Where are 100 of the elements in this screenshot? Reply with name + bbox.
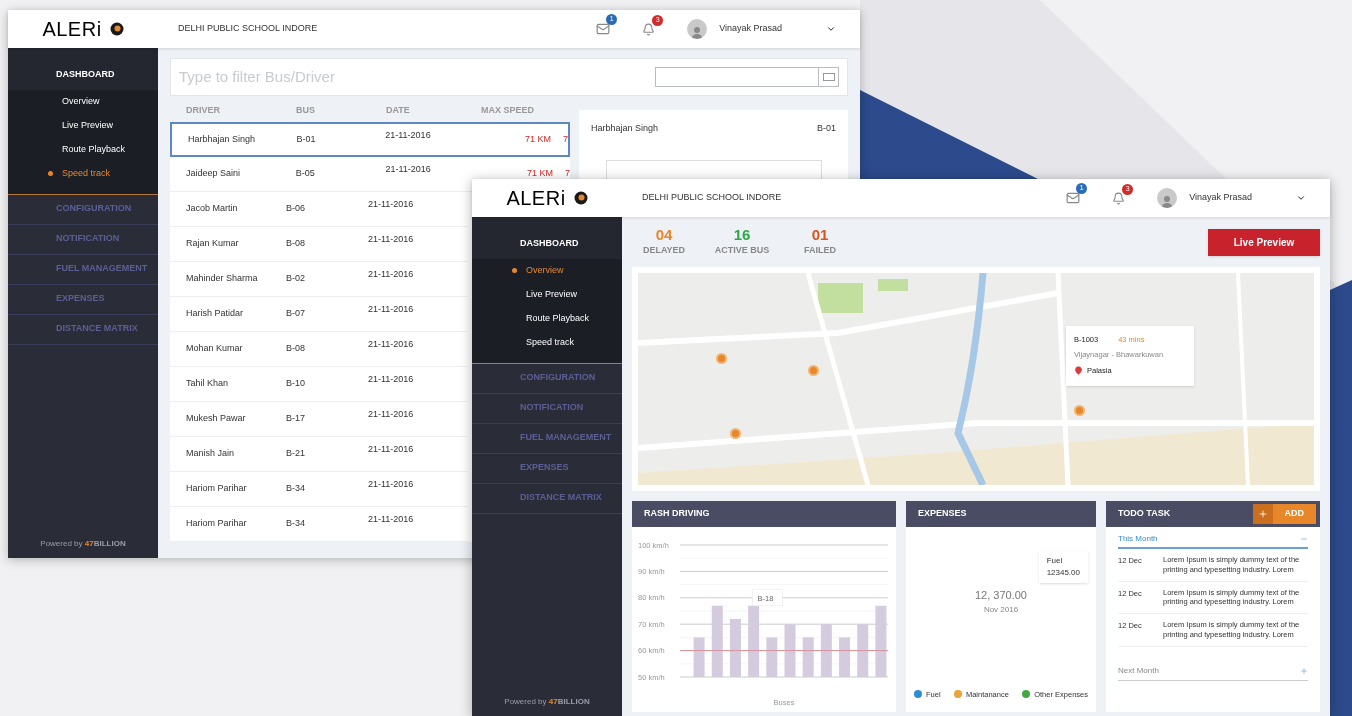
caret-icon <box>1296 193 1306 203</box>
table-cell-text: Harish Patidar <box>185 307 245 321</box>
logo-icon <box>109 22 124 36</box>
driver-name: Harbhajan Singh <box>591 122 659 135</box>
expense-total: 12, 370.00 <box>975 588 1027 603</box>
school-name: DELHI PUBLIC SCHOOL INDORE <box>642 191 782 205</box>
collapse-icon <box>1300 535 1308 543</box>
column-header: DRIVER <box>185 104 221 118</box>
school-name: DELHI PUBLIC SCHOOL INDORE <box>178 22 318 36</box>
sidebar-item[interactable]: Route Playback <box>8 137 158 162</box>
table-row[interactable]: Mukesh Pawar B-17 21-11-2016 <box>170 402 468 437</box>
chart-bar <box>766 637 778 677</box>
stat-label: FAILED <box>804 243 836 257</box>
table-cell-text: B-01 <box>296 132 317 146</box>
field-button-icon <box>818 68 838 86</box>
table-cell-text: B-21 <box>286 447 307 461</box>
table-cell-text: 21-11-2016 <box>367 233 415 247</box>
table-cell-text: B-34 <box>286 517 307 531</box>
caret-icon <box>826 24 836 34</box>
table-row[interactable]: Manish Jain B-21 21-11-2016 <box>170 437 468 472</box>
logo-text: ALERi <box>42 17 102 42</box>
chart-bar <box>875 605 887 677</box>
table-row[interactable]: Hariom Parihar B-34 21-11-2016 <box>170 507 468 542</box>
table-cell-text: 71 KM <box>523 132 551 146</box>
table-row[interactable]: Mohan Kumar B-08 21-11-2016 <box>170 332 468 367</box>
table-cell: 7 <box>565 167 570 181</box>
todo-group-header[interactable]: This Month <box>1118 531 1308 549</box>
column-header: MAX SPEED <box>481 104 535 118</box>
table-cell-text: Jacob Martin <box>185 202 239 216</box>
table-cell-text: Mahinder Sharma <box>185 272 259 286</box>
location-pin-icon <box>1074 365 1083 375</box>
plus-icon <box>1257 509 1268 519</box>
bus-number: B-01 <box>817 122 836 135</box>
stat-value: 04 <box>655 226 673 242</box>
avatar-icon <box>687 19 708 39</box>
table-row[interactable]: Mahinder Sharma B-02 21-11-2016 <box>170 262 468 297</box>
sidebar-section[interactable]: DASHBOARD <box>472 217 622 259</box>
bell-button[interactable] <box>642 22 656 36</box>
search-field[interactable] <box>655 67 839 87</box>
bell-button[interactable] <box>1112 191 1126 205</box>
sidebar-item[interactable]: Live Preview <box>8 113 158 138</box>
bell-icon <box>1112 191 1126 205</box>
table-cell-text: B-08 <box>286 342 307 356</box>
table-cell-text: Mohan Kumar <box>185 342 244 356</box>
todo-group-header[interactable]: Next Month <box>1118 662 1308 681</box>
chart-bar <box>784 624 796 677</box>
table-cell-text: B-10 <box>286 377 307 391</box>
table-row[interactable]: Harish Patidar B-07 21-11-2016 <box>170 297 468 332</box>
map-marker-icon <box>716 353 727 364</box>
bell-icon <box>642 22 656 36</box>
chart-bar <box>693 637 705 677</box>
stat-value: 16 <box>733 226 751 242</box>
chart-bar <box>820 624 832 677</box>
table-cell-text: 71 KM <box>526 167 553 181</box>
sidebar-section[interactable]: DASHBOARD <box>8 48 158 90</box>
powered-by-text: Powered by 47BILLION <box>504 696 590 708</box>
live-preview-button[interactable]: Live Preview <box>1208 228 1320 256</box>
table-cell-text: 21-11-2016 <box>367 268 415 282</box>
user-menu[interactable]: Vinayak Prasad <box>1157 188 1306 208</box>
stat-value: 01 <box>811 226 829 242</box>
user-menu[interactable]: Vinayak Prasad <box>687 19 836 39</box>
sidebar-item[interactable]: Live Preview <box>472 282 622 307</box>
table-cell-text: Hariom Parihar <box>185 482 248 496</box>
table-cell-text: B-08 <box>286 237 307 251</box>
avatar-icon <box>1157 188 1178 208</box>
table-row[interactable]: Jacob Martin B-06 21-11-2016 <box>170 192 468 227</box>
table-cell-text: Hariom Parihar <box>185 517 248 531</box>
table-cell-text: 21-11-2016 <box>367 443 415 457</box>
column-header: BUS <box>296 104 316 118</box>
card-title: EXPENSES <box>918 507 967 521</box>
table-cell-text: Mukesh Pawar <box>185 412 247 426</box>
table-cell-text: Jaideep Saini <box>185 167 242 181</box>
table-cell-text: B-02 <box>286 272 307 286</box>
table-row[interactable]: Hariom Parihar B-34 21-11-2016 <box>170 472 468 507</box>
mail-button[interactable] <box>596 22 611 36</box>
sidebar-item[interactable]: Overview <box>472 258 622 283</box>
table-row[interactable]: Rajan Kumar B-08 21-11-2016 <box>170 227 468 262</box>
mail-button[interactable] <box>1066 191 1081 205</box>
map-marker-icon <box>1074 405 1085 416</box>
table-cell-text: 21-11-2016 <box>367 338 415 352</box>
sidebar-item[interactable]: Route Playback <box>472 306 622 331</box>
logo-icon <box>573 191 588 205</box>
sidebar-item[interactable]: Speed track <box>8 161 158 186</box>
sidebar-item[interactable]: Overview <box>8 89 158 114</box>
expense-period: Nov 2016 <box>983 603 1019 616</box>
table-cell-text: B-34 <box>286 482 307 496</box>
table-cell-text: 21-11-2016 <box>367 478 415 492</box>
table-cell-text: Rajan Kumar <box>185 237 240 251</box>
table-cell-text: Tahil Khan <box>185 377 230 391</box>
map-marker-icon <box>808 365 819 376</box>
sidebar-item[interactable]: Speed track <box>472 330 622 355</box>
table-cell-text: B-06 <box>286 202 307 216</box>
table-row[interactable]: Tahil Khan B-10 21-11-2016 <box>170 367 468 402</box>
card-title: RASH DRIVING <box>644 507 710 521</box>
chart-bar <box>802 637 814 677</box>
table-cell-text: 21-11-2016 <box>367 513 415 527</box>
table-cell-text: 21-11-2016 <box>367 303 415 317</box>
mail-icon <box>1066 191 1081 205</box>
table-row[interactable]: Harbhajan Singh B-01 21-11-2016 71 KM 7 <box>170 122 570 157</box>
table-cell-text: B-07 <box>286 307 307 321</box>
